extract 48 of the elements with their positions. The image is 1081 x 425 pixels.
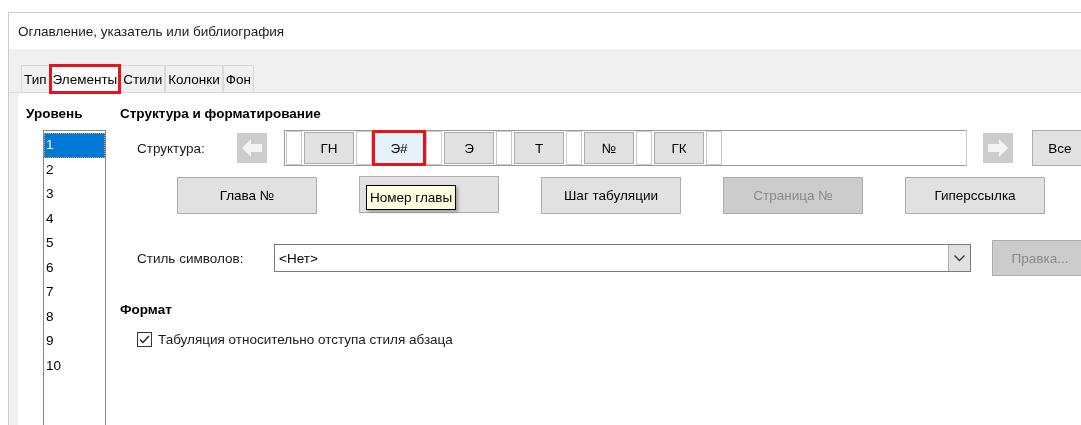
token-gap[interactable] xyxy=(286,131,302,165)
insert-button[interactable]: Глава № xyxy=(177,177,317,214)
structure-token[interactable]: № xyxy=(584,132,634,164)
token-gap[interactable] xyxy=(356,131,372,165)
level-heading: Уровень xyxy=(26,106,84,123)
format-heading: Формат xyxy=(120,302,173,319)
tooltip: Номер главы xyxy=(366,185,457,210)
level-item[interactable]: 5 xyxy=(44,231,105,256)
tab[interactable]: Тип xyxy=(21,65,50,93)
level-item[interactable]: 8 xyxy=(44,304,105,329)
right-arrow-icon xyxy=(988,139,1008,157)
level-item[interactable]: 4 xyxy=(44,206,105,231)
tab[interactable]: Элементы xyxy=(49,65,121,93)
level-item[interactable]: 3 xyxy=(44,182,105,207)
checkbox-label: Табуляция относительно отступа стиля абзаца xyxy=(158,332,453,347)
token-gap[interactable] xyxy=(706,131,722,165)
move-left-button[interactable] xyxy=(237,133,267,163)
structure-token[interactable]: ГН xyxy=(304,132,354,164)
structure-token[interactable]: Э# xyxy=(374,132,424,164)
structure-label: Структура: xyxy=(136,140,206,156)
tab[interactable]: Стили xyxy=(120,65,166,93)
section-heading: Структура и форматирование xyxy=(120,106,322,123)
token-gap[interactable] xyxy=(636,131,652,165)
level-item[interactable]: 6 xyxy=(44,255,105,280)
all-button[interactable]: Все xyxy=(1032,130,1081,166)
char-style-dropdown[interactable]: <Нет> xyxy=(274,244,971,272)
window-title: Оглавление, указатель или библиография xyxy=(17,22,286,41)
char-style-label: Стиль символов: xyxy=(136,250,245,266)
left-arrow-icon xyxy=(242,139,262,157)
level-item[interactable]: 10 xyxy=(44,353,105,378)
level-item[interactable]: 7 xyxy=(44,280,105,305)
tab[interactable]: Колонки xyxy=(165,65,223,93)
chevron-down-icon xyxy=(954,254,965,262)
token-gap[interactable] xyxy=(496,131,512,165)
tab[interactable]: Фон xyxy=(222,65,254,93)
structure-token[interactable]: Т xyxy=(514,132,564,164)
checkbox[interactable] xyxy=(137,332,152,347)
structure-token[interactable]: ГК xyxy=(654,132,704,164)
token-gap[interactable] xyxy=(566,131,582,165)
insert-button[interactable]: Гиперссылка xyxy=(905,177,1045,214)
move-right-button[interactable] xyxy=(983,133,1013,163)
level-item[interactable]: 9 xyxy=(44,329,105,354)
token-gap[interactable] xyxy=(426,131,442,165)
insert-button[interactable]: Шаг табуляции xyxy=(541,177,681,214)
structure-token[interactable]: Э xyxy=(444,132,494,164)
check-icon xyxy=(139,335,150,344)
level-item[interactable]: 1 xyxy=(44,133,105,158)
level-item[interactable]: 2 xyxy=(44,157,105,182)
